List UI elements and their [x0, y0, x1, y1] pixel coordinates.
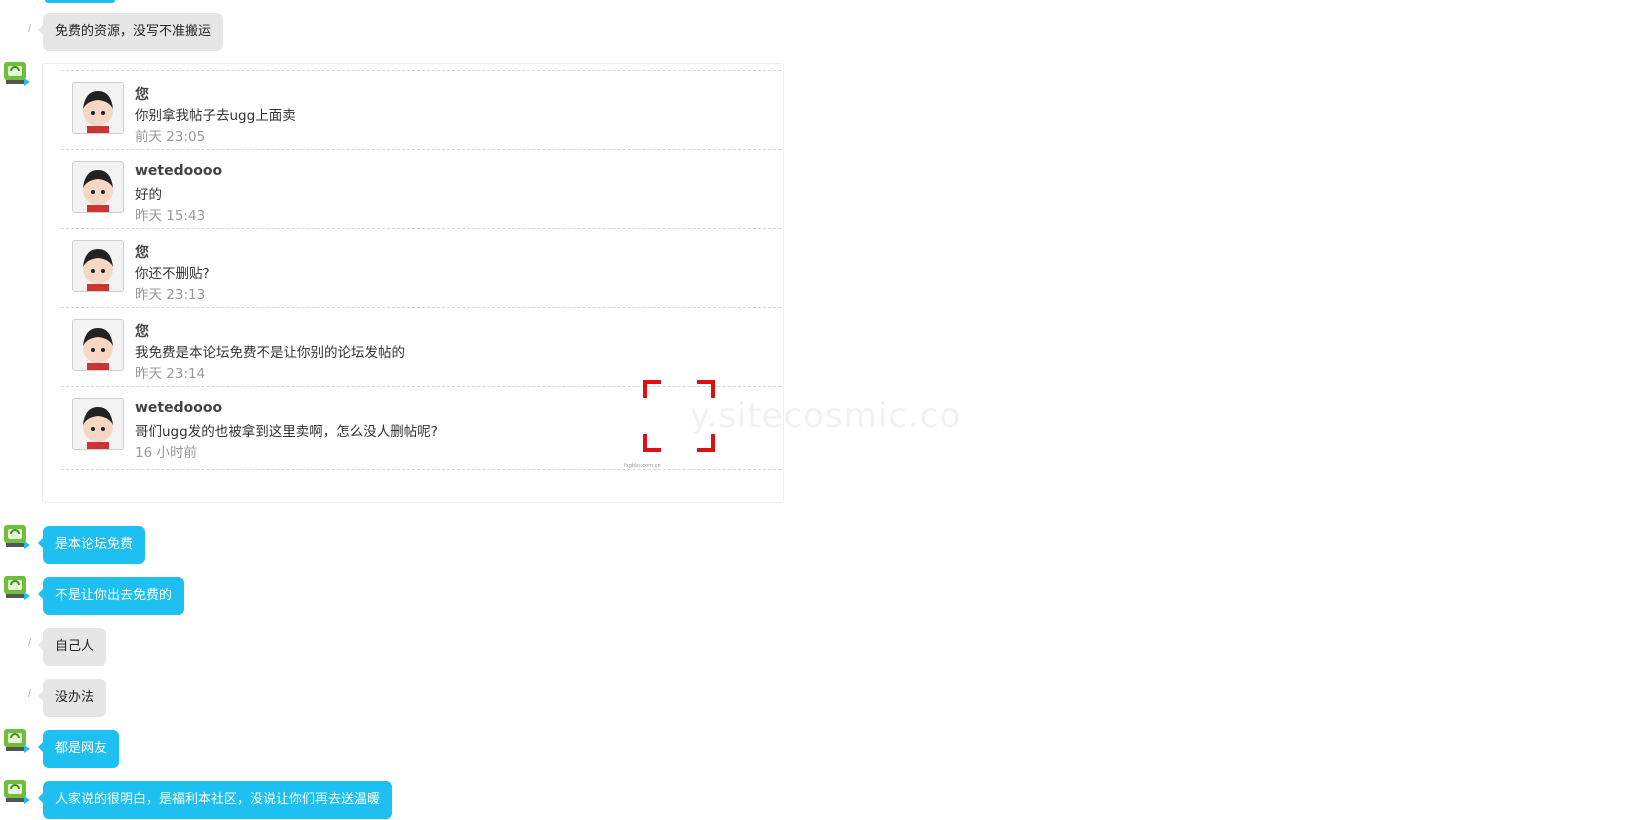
message-text: 哥们ugg发的也被拿到这里卖啊，怎么没人删帖呢? — [135, 424, 438, 440]
message-author: wetedoooo — [135, 163, 223, 179]
message-author: 您 — [135, 87, 149, 103]
user-avatar-icon — [72, 240, 124, 292]
message-text: 你别拿我帖子去ugg上面卖 — [135, 108, 296, 124]
chat-bubble[interactable]: 自己人 — [37, 628, 107, 666]
thread-message: wetedoooo 好的 昨天 15:43 — [61, 149, 781, 232]
previous-bubble-edge — [45, 0, 115, 3]
message-time: 昨天 23:14 — [135, 366, 206, 382]
sender-avatar-placeholder — [27, 689, 35, 697]
thread-message: 您 你还不删贴? 昨天 23:13 — [61, 228, 781, 311]
message-time: 昨天 23:13 — [135, 287, 206, 303]
sender-avatar-placeholder — [27, 24, 35, 32]
message-time: 前天 23:05 — [135, 129, 206, 145]
message-time: 16 小时前 — [135, 445, 197, 461]
watermark-small-text: fxgbbs.com.cn — [624, 463, 661, 469]
message-time: 昨天 15:43 — [135, 208, 206, 224]
message-author: wetedoooo — [135, 400, 223, 416]
app-avatar-icon[interactable] — [2, 727, 32, 755]
watermark-text: y.sitecosmic.co — [690, 396, 962, 436]
user-avatar-icon — [72, 82, 124, 134]
user-avatar-icon — [72, 398, 124, 450]
message-text: 你还不删贴? — [135, 266, 210, 282]
chat-bubble[interactable]: 免费的资源，没写不准搬运 — [37, 13, 224, 51]
user-avatar-icon — [72, 161, 124, 213]
chat-bubble[interactable]: 没办法 — [37, 679, 107, 717]
sender-avatar-placeholder — [27, 638, 35, 646]
app-avatar-icon[interactable] — [2, 60, 32, 88]
message-author: 您 — [135, 245, 149, 261]
app-avatar-icon[interactable] — [2, 778, 32, 806]
thread-message: 您 你别拿我帖子去ugg上面卖 前天 23:05 — [61, 70, 781, 153]
message-text: 好的 — [135, 187, 162, 203]
watermark-logo-icon — [643, 380, 715, 452]
message-author: 您 — [135, 324, 149, 340]
app-avatar-icon[interactable] — [2, 523, 32, 551]
message-text: 我免费是本论坛免费不是让你别的论坛发帖的 — [135, 345, 405, 361]
chat-bubble[interactable]: 都是网友 — [37, 730, 120, 768]
chat-bubble[interactable]: 人家说的很明白，是福利本社区，没说让你们再去送温暖 — [37, 781, 393, 819]
thread-message: 您 我免费是本论坛免费不是让你别的论坛发帖的 昨天 23:14 — [61, 307, 781, 390]
chat-bubble[interactable]: 是本论坛免费 — [37, 526, 146, 564]
app-avatar-icon[interactable] — [2, 574, 32, 602]
chat-bubble[interactable]: 不是让你出去免费的 — [37, 577, 185, 615]
user-avatar-icon — [72, 319, 124, 371]
